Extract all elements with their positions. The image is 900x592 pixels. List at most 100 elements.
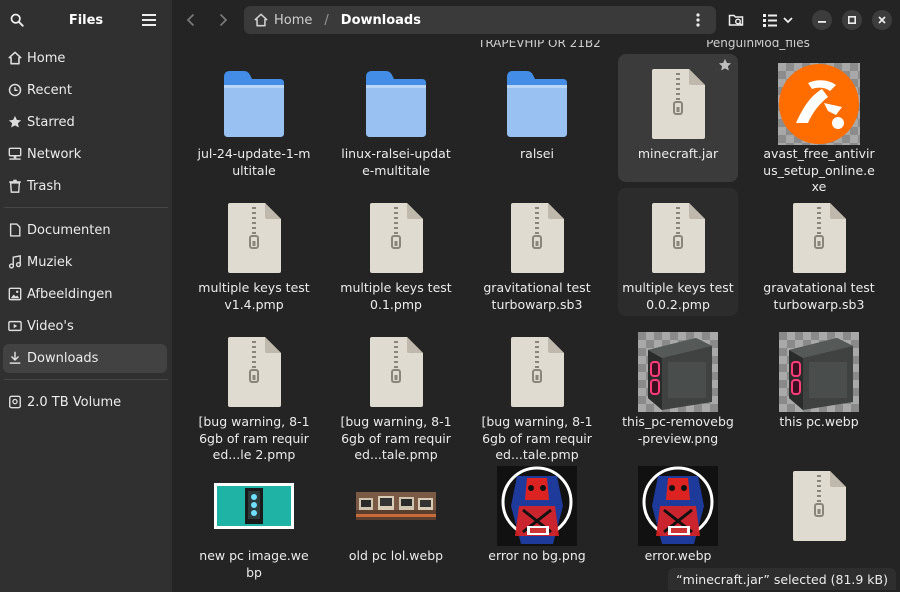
error-thumbnail bbox=[638, 466, 718, 546]
path-menu-button[interactable] bbox=[688, 10, 708, 30]
hamburger-menu-icon bbox=[142, 14, 156, 26]
file-name: multiple keys test v1.4.pmp bbox=[198, 280, 310, 312]
file-thumbnail bbox=[194, 328, 314, 416]
forward-button[interactable] bbox=[210, 7, 236, 33]
close-icon bbox=[878, 16, 886, 24]
archive-icon bbox=[652, 69, 705, 139]
file-name: multiple keys test 0.0.2.pmp bbox=[622, 280, 734, 312]
breadcrumb-home[interactable]: Home bbox=[254, 13, 312, 28]
sidebar-item-downloads[interactable]: Downloads bbox=[3, 344, 167, 373]
star-icon[interactable] bbox=[718, 58, 732, 72]
sidebar-item-network[interactable]: Network bbox=[3, 140, 167, 169]
sidebar-item-documenten[interactable]: Documenten bbox=[3, 216, 167, 245]
breadcrumb-current[interactable]: Downloads bbox=[341, 13, 421, 28]
main-menu-button[interactable] bbox=[136, 7, 162, 33]
file-thumbnail bbox=[194, 60, 314, 148]
sidebar-separator bbox=[4, 207, 168, 208]
file-item[interactable]: linux-ralsei-update-multitale bbox=[336, 54, 456, 182]
back-button[interactable] bbox=[178, 7, 204, 33]
file-item[interactable]: this_pc-removebg-preview.png bbox=[618, 322, 738, 450]
breadcrumb-separator: / bbox=[324, 12, 329, 28]
pc-case-icon bbox=[789, 338, 853, 410]
file-item[interactable]: error no bg.png bbox=[477, 456, 597, 584]
file-item[interactable]: multiple keys test 0.0.2.pmp bbox=[618, 188, 738, 316]
archive-icon bbox=[511, 203, 564, 273]
sidebar-item-trash[interactable]: Trash bbox=[3, 172, 167, 201]
maximize-button[interactable] bbox=[842, 10, 862, 30]
file-item[interactable] bbox=[759, 456, 879, 584]
sidebar-item-label: Recent bbox=[27, 83, 72, 98]
clock-icon bbox=[8, 83, 22, 97]
music-icon bbox=[8, 255, 22, 269]
file-item[interactable]: multiple keys test v1.4.pmp bbox=[194, 188, 314, 316]
path-bar[interactable]: Home / Downloads bbox=[244, 6, 716, 34]
sidebar-item-starred[interactable]: Starred bbox=[3, 108, 167, 137]
drive-icon bbox=[9, 395, 21, 409]
file-thumbnail bbox=[618, 194, 738, 282]
file-thumbnail bbox=[759, 60, 879, 148]
folder-icon bbox=[366, 71, 426, 137]
search-folder-button[interactable] bbox=[724, 8, 748, 32]
folder-icon bbox=[224, 71, 284, 137]
vertical-dots-icon bbox=[696, 13, 700, 27]
maximize-icon bbox=[848, 16, 856, 24]
file-item[interactable]: old pc lol.webp bbox=[336, 456, 456, 584]
file-item[interactable]: multiple keys test 0.1.pmp bbox=[336, 188, 456, 316]
file-item[interactable]: [bug warning, 8-16gb of ram required...t… bbox=[336, 322, 456, 462]
file-item[interactable]: [bug warning, 8-16gb of ram required...t… bbox=[477, 322, 597, 462]
view-list-button[interactable] bbox=[758, 8, 782, 32]
close-button[interactable] bbox=[872, 10, 892, 30]
file-name: gravatational test turbowarp.sb3 bbox=[763, 280, 875, 312]
file-thumbnail bbox=[759, 328, 879, 416]
video-icon bbox=[8, 320, 22, 332]
sidebar-item-afbeeldingen[interactable]: Afbeeldingen bbox=[3, 280, 167, 309]
file-item[interactable]: error.webp bbox=[618, 456, 738, 584]
file-thumbnail bbox=[618, 462, 738, 550]
file-item[interactable]: jul-24-update-1-multitale bbox=[194, 54, 314, 182]
minimize-icon bbox=[818, 21, 826, 23]
star-icon bbox=[8, 115, 22, 128]
sidebar-item-home[interactable]: Home bbox=[3, 44, 167, 73]
new-pc-thumbnail bbox=[214, 483, 294, 529]
file-thumbnail bbox=[477, 194, 597, 282]
file-name: error.webp bbox=[644, 548, 712, 563]
archive-icon bbox=[511, 337, 564, 407]
file-thumbnail bbox=[618, 60, 738, 148]
sidebar: Files Home Recent Starred Network Trash … bbox=[0, 0, 172, 592]
file-item[interactable]: this pc.webp bbox=[759, 322, 879, 450]
sidebar-item-videos[interactable]: Video's bbox=[3, 312, 167, 341]
chevron-down-icon bbox=[783, 16, 793, 23]
sidebar-item-volume[interactable]: 2.0 TB Volume bbox=[3, 388, 167, 417]
sidebar-item-label: Trash bbox=[27, 179, 62, 194]
file-item[interactable]: [bug warning, 8-16gb of ram required...l… bbox=[194, 322, 314, 462]
sidebar-item-label: 2.0 TB Volume bbox=[27, 395, 122, 410]
file-item[interactable]: new pc image.webp bbox=[194, 456, 314, 584]
error-thumbnail bbox=[497, 466, 577, 546]
network-icon bbox=[8, 147, 22, 160]
breadcrumb-home-label: Home bbox=[274, 12, 313, 28]
file-name: gravitational test turbowarp.sb3 bbox=[483, 280, 591, 312]
file-name: this pc.webp bbox=[779, 414, 859, 429]
file-name: ralsei bbox=[520, 146, 554, 161]
file-item[interactable]: minecraft.jar bbox=[618, 54, 738, 182]
search-button[interactable] bbox=[4, 7, 30, 33]
file-thumbnail bbox=[194, 194, 314, 282]
sidebar-item-recent[interactable]: Recent bbox=[3, 76, 167, 105]
minimize-button[interactable] bbox=[812, 10, 832, 30]
sidebar-separator bbox=[4, 379, 168, 380]
chevron-left-icon bbox=[186, 13, 195, 27]
view-options-dropdown[interactable] bbox=[780, 8, 796, 32]
pc-case-icon bbox=[648, 338, 712, 410]
archive-icon bbox=[793, 471, 846, 541]
file-item[interactable]: avast_free_antivirus_setup_online.exe bbox=[759, 54, 879, 194]
archive-icon bbox=[370, 203, 423, 273]
file-item[interactable]: gravatational test turbowarp.sb3 bbox=[759, 188, 879, 316]
file-grid: TRAPEVHIP OR 21B2 PenguinMod_files jul-2… bbox=[172, 40, 900, 592]
file-name: this_pc-removebg-preview.png bbox=[622, 414, 734, 446]
avast-logo-icon bbox=[778, 63, 860, 145]
list-view-icon bbox=[763, 13, 777, 27]
file-item[interactable]: ralsei bbox=[477, 54, 597, 182]
file-item[interactable]: gravitational test turbowarp.sb3 bbox=[477, 188, 597, 316]
sidebar-item-muziek[interactable]: Muziek bbox=[3, 248, 167, 277]
file-thumbnail bbox=[759, 194, 879, 282]
